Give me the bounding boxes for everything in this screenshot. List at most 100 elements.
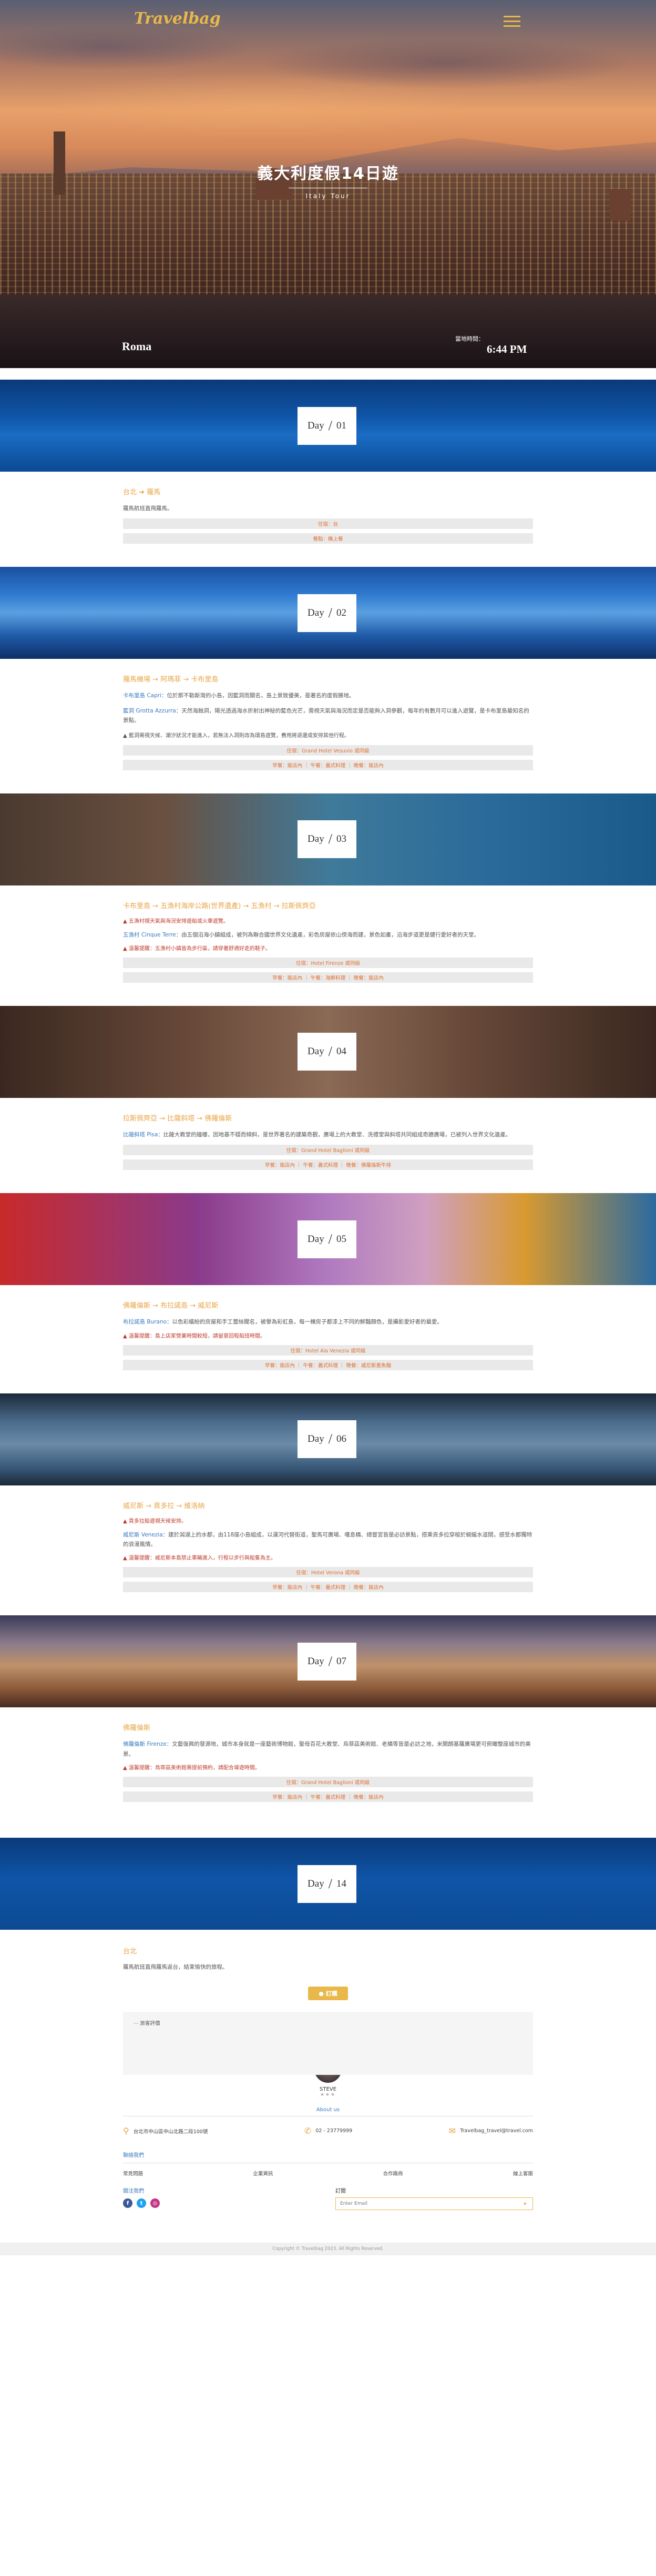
instagram-icon[interactable]: ◎ — [150, 2198, 160, 2208]
warning-text: ▲ 溫馨提醒：威尼斯本島禁止車輛進入，行程以步行與船隻為主。 — [123, 1555, 276, 1562]
subscribe-box: 訂閱 ➤ — [335, 2186, 533, 2211]
hamburger-menu-icon[interactable] — [504, 16, 520, 27]
route-stop: 拉斯佩齊亞 — [123, 1114, 158, 1123]
day-label: Day — [308, 1878, 324, 1889]
email-item[interactable]: ✉ Travelbag_travel@travel.com — [449, 2126, 533, 2136]
meal-bar: 早餐：飯店內 ｜ 午餐：海鮮料理 ｜ 晚餐：飯店內 — [123, 972, 533, 983]
route-stop: 佛羅倫斯 — [204, 1114, 232, 1123]
accommodation-bar: 住宿：Hotel Verona 或同級 — [123, 1567, 533, 1578]
phone-icon: ✆ — [304, 2126, 312, 2136]
day-label: Day — [308, 607, 324, 618]
day-content-06: 威尼斯 → 貢多拉 → 維洛納 ▲ 貢多拉船遊視天候安排。 威尼斯 Venezi… — [123, 1485, 533, 1616]
day-number: 03 — [336, 833, 346, 844]
phone-item[interactable]: ✆ 02 - 23779999 — [304, 2126, 352, 2136]
phone-text: 02 - 23779999 — [315, 2128, 353, 2134]
route-stop: 拉斯佩齊亞 — [281, 902, 316, 910]
hero-title-block: 義大利度假14日遊 Italy Tour — [0, 160, 656, 200]
footer: 聯絡我們 常見問題 企業資訊 合作廠商 線上客服 關注我們 f t ◎ 訂閱 ➤ — [123, 2151, 533, 2211]
route-stop: 羅馬機場 — [123, 676, 151, 684]
closing-section: 台北 羅馬航班直飛羅馬返台，結束愉快的旅程。 ● 訂購 ⋯ 旅客評價 STEVE… — [123, 1930, 533, 2231]
highlight-name: 藍洞 Grotta Azzurra： — [123, 707, 182, 714]
day-banner-05: Day / 05 — [0, 1193, 656, 1286]
send-icon[interactable]: ➤ — [518, 2198, 532, 2210]
warning-text: ▲ 五漁村視天氣與海況安排遊船或火車遊覽。 — [123, 918, 229, 924]
comment-header: ⋯ 旅客評價 — [134, 2021, 160, 2027]
footer-link[interactable]: 常見問題 — [123, 2170, 143, 2177]
day-banner-01: Day / 01 — [0, 380, 656, 472]
day-label: Day — [308, 1433, 324, 1445]
route: 卡布里島 → 五漁村海岸公路(世界遺產) → 五漁村 → 拉斯佩齊亞 — [123, 902, 316, 910]
highlight-name: 布拉諾島 Burano： — [123, 1319, 172, 1326]
description-text: 比薩大教堂的鐘樓，因地基不穩而傾斜，是世界著名的建築奇觀，廣場上的大教堂、洗禮堂… — [163, 1131, 511, 1138]
email-text: Travelbag_travel@travel.com — [460, 2128, 533, 2134]
day-badge: Day / 03 — [298, 820, 356, 858]
day-content-04: 拉斯佩齊亞 → 比薩斜塔 → 佛羅倫斯 比薩斜塔 Pisa：比薩大教堂的鐘樓，因… — [123, 1098, 533, 1193]
day-label: Day — [308, 833, 324, 844]
accommodation-bar: 住宿：Hotel Ala Venezia 或同級 — [123, 1345, 533, 1356]
route: 台北 ➜ 羅馬 — [123, 488, 161, 496]
day-number: 06 — [336, 1433, 346, 1445]
day-number: 07 — [336, 1655, 346, 1667]
day-content-05: 佛羅倫斯 → 布拉諾島 → 威尼斯 布拉諾島 Burano：以色彩繽紛的房屋和手… — [123, 1285, 533, 1393]
accommodation-bar: 住宿：Hotel Firenze 或同級 — [123, 957, 533, 968]
closing-text: 羅馬航班直飛羅馬返台，結束愉快的旅程。 — [123, 1964, 228, 1971]
subscribe-email-input[interactable] — [336, 2198, 518, 2210]
map-pin-icon: ⚲ — [123, 2126, 129, 2136]
meal-bar: 早餐：飯店內 ｜ 午餐：義式料理 ｜ 晚餐：佛羅倫斯牛排 — [123, 1159, 533, 1170]
day-number: 14 — [336, 1878, 346, 1889]
day-description: 布拉諾島 Burano：以色彩繽紛的房屋和手工蕾絲聞名，被譽為彩虹島，每一棟房子… — [123, 1317, 533, 1327]
route-stop: 五漁村 — [251, 902, 272, 910]
day-banner-02: Day / 02 — [0, 567, 656, 659]
footer-link[interactable]: 線上客服 — [513, 2170, 533, 2177]
description-text: 由五個沿海小鎮組成，被列為聯合國世界文化遺產，彩色房屋依山傍海而建，景色如畫，沿… — [181, 931, 480, 938]
warning-text: ▲ 溫馨提醒：島上店家營業時間較短，請留意回程船班時間。 — [123, 1333, 265, 1339]
warning-text: ▲ 貢多拉船遊視天候安排。 — [123, 1518, 187, 1524]
local-time: 當地時間： 6:44 PM — [455, 334, 527, 356]
meal-bar: 早餐：飯店內 ｜ 午餐：義式料理 ｜ 晚餐：飯店內 — [123, 1582, 533, 1593]
local-time-value: 6:44 PM — [487, 343, 527, 355]
day-description: 比薩斜塔 Pisa：比薩大教堂的鐘樓，因地基不穩而傾斜，是世界著名的建築奇觀，廣… — [123, 1130, 533, 1139]
footer-link[interactable]: 企業資訊 — [253, 2170, 273, 2177]
day-description: 威尼斯 Venezia：建於潟湖上的水都，由118座小島組成，以運河代替街道，聖… — [123, 1530, 533, 1550]
day-label: Day — [308, 1233, 324, 1245]
description-text: 建於潟湖上的水都，由118座小島組成，以運河代替街道，聖馬可廣場、嘆息橋、總督宮… — [123, 1531, 532, 1547]
day-content-01: 台北 ➜ 羅馬 羅馬航班直飛羅馬。 住宿：台 餐點：機上餐 — [123, 472, 533, 567]
footer-title: 聯絡我們 — [123, 2153, 144, 2159]
description-text: 以色彩繽紛的房屋和手工蕾絲聞名，被譽為彩虹島，每一棟房子都漆上不同的鮮豔顏色，是… — [172, 1319, 443, 1326]
hero-subtitle: Italy Tour — [305, 192, 351, 200]
day-label: Day — [308, 1046, 324, 1057]
order-button[interactable]: ● 訂購 — [308, 1987, 348, 2001]
mail-icon: ✉ — [448, 2126, 456, 2136]
footer-link[interactable]: 合作廠商 — [383, 2170, 403, 2177]
route: 威尼斯 → 貢多拉 → 維洛納 — [123, 1502, 205, 1510]
twitter-icon[interactable]: t — [137, 2198, 146, 2208]
route-stop: 佛羅倫斯 — [123, 1724, 151, 1733]
reviewer-name: STEVE — [320, 2086, 336, 2093]
subscribe-label: 訂閱 — [335, 2188, 346, 2195]
highlight-name: 卡布里島 Capri： — [123, 693, 167, 699]
route-stop: 阿瑪菲 — [160, 676, 181, 684]
description-text: 文藝復興的發源地，城市本身就是一座藝術博物館，聖母百花大教堂、烏菲茲美術館、老橋… — [123, 1741, 531, 1757]
day-banner-07: Day / 07 — [0, 1615, 656, 1708]
day-banner-03: Day / 03 — [0, 793, 656, 885]
day-badge: Day / 04 — [298, 1033, 356, 1071]
facebook-icon[interactable]: f — [123, 2198, 132, 2208]
day-description: 藍洞 Grotta Azzurra：天然海蝕洞，陽光透過海水折射出神秘的藍色光芒… — [123, 706, 533, 726]
day-badge: Day / 07 — [298, 1642, 356, 1681]
route-stop: 佛羅倫斯 — [123, 1302, 151, 1310]
day-number: 02 — [336, 607, 346, 618]
day-note: ▲ 藍洞需視天候、潮汐狀況才能進入，若無法入洞則改為環島遊覽，費用將退還或安排其… — [123, 732, 350, 739]
day-number: 05 — [336, 1233, 346, 1245]
order-button-label: 訂購 — [325, 1990, 337, 1998]
meal-bar: 早餐：飯店內 ｜ 午餐：義式料理 ｜ 晚餐：飯店內 — [123, 1791, 533, 1803]
site-logo[interactable]: Travelbag — [134, 9, 221, 28]
warning-text: ▲ 溫馨提醒：烏菲茲美術館需提前預約，請配合導遊時間。 — [123, 1765, 260, 1771]
route-stop: 維洛納 — [184, 1502, 205, 1510]
local-time-label: 當地時間： — [455, 335, 484, 342]
closing-title: 台北 — [123, 1948, 137, 1956]
day-label: Day — [308, 1655, 324, 1667]
footer-links: 常見問題 企業資訊 合作廠商 線上客服 — [123, 2170, 533, 2177]
route-stop: 五漁村海岸公路(世界遺產) — [160, 902, 241, 910]
day-number: 04 — [336, 1046, 346, 1057]
day-badge: Day / 06 — [298, 1420, 356, 1459]
